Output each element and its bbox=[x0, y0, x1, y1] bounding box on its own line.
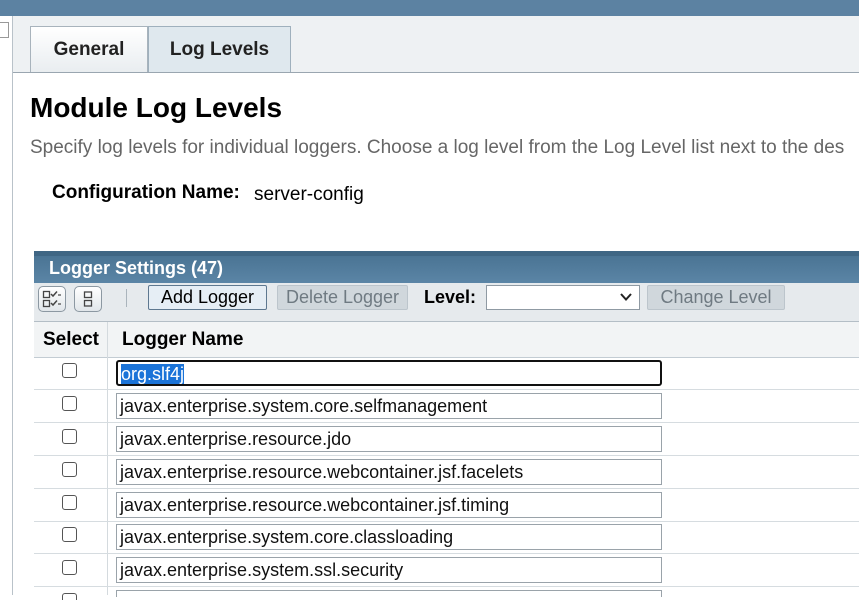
logger-name-input[interactable] bbox=[116, 590, 662, 597]
row-select-checkbox[interactable] bbox=[62, 462, 77, 477]
delete-logger-button[interactable]: Delete Logger bbox=[277, 285, 408, 310]
row-select-checkbox[interactable] bbox=[62, 396, 77, 411]
logger-name-input[interactable]: javax.enterprise.system.core.classloadin… bbox=[116, 524, 662, 550]
top-banner bbox=[0, 0, 859, 16]
change-level-button[interactable]: Change Level bbox=[647, 285, 785, 310]
level-select[interactable] bbox=[486, 285, 640, 310]
row-select-checkbox[interactable] bbox=[62, 495, 77, 510]
table-title: Logger Settings (47) bbox=[34, 251, 859, 283]
configuration-name-value: server-config bbox=[254, 184, 364, 205]
table-row: javax.enterprise.resource.jdo bbox=[34, 424, 859, 456]
select-all-button[interactable] bbox=[38, 286, 66, 312]
logger-name-input[interactable]: org.slf4j bbox=[116, 360, 662, 386]
left-panel-handle[interactable] bbox=[0, 22, 9, 38]
table-row: javax.enterprise.resource.webcontainer.j… bbox=[34, 457, 859, 489]
add-logger-button[interactable]: Add Logger bbox=[148, 285, 267, 310]
toolbar-separator bbox=[126, 289, 127, 307]
tab-general[interactable]: General bbox=[30, 26, 148, 72]
table-row: javax.enterprise.system.core.classloadin… bbox=[34, 522, 859, 554]
column-header-logger-name[interactable]: Logger Name bbox=[122, 322, 243, 358]
page-title: Module Log Levels bbox=[30, 92, 283, 123]
table-header: Select Logger Name bbox=[34, 322, 859, 358]
row-select-checkbox[interactable] bbox=[62, 363, 77, 378]
table-row: javax.enterprise.system.ssl.security bbox=[34, 555, 859, 587]
deselect-all-button[interactable] bbox=[74, 286, 102, 312]
logger-name-text: org.slf4j bbox=[121, 364, 185, 384]
table-row-partial bbox=[34, 588, 859, 600]
tab-bar: General Log Levels bbox=[13, 16, 859, 73]
chevron-down-icon bbox=[620, 293, 632, 301]
logger-name-input[interactable]: javax.enterprise.resource.jdo bbox=[116, 426, 662, 452]
table-row: org.slf4j bbox=[34, 358, 859, 390]
row-select-checkbox[interactable] bbox=[62, 560, 77, 575]
logger-name-input[interactable]: javax.enterprise.system.core.selfmanagem… bbox=[116, 393, 662, 419]
tab-log-levels[interactable]: Log Levels bbox=[148, 26, 291, 72]
logger-name-input[interactable]: javax.enterprise.system.ssl.security bbox=[116, 557, 662, 583]
row-select-checkbox[interactable] bbox=[62, 527, 77, 542]
deselect-all-icon bbox=[83, 291, 93, 307]
left-nav-panel bbox=[0, 16, 13, 595]
page-description: Specify log levels for individual logger… bbox=[30, 137, 845, 158]
select-all-icon bbox=[42, 290, 61, 308]
level-label: Level: bbox=[424, 287, 477, 307]
table-row: javax.enterprise.resource.webcontainer.j… bbox=[34, 490, 859, 522]
table-row: javax.enterprise.system.core.selfmanagem… bbox=[34, 391, 859, 423]
row-select-checkbox[interactable] bbox=[62, 593, 77, 600]
table-toolbar: Add Logger Delete Logger Level: Change L… bbox=[34, 283, 859, 322]
row-select-checkbox[interactable] bbox=[62, 429, 77, 444]
logger-name-input[interactable]: javax.enterprise.resource.webcontainer.j… bbox=[116, 459, 662, 485]
column-header-select[interactable]: Select bbox=[43, 322, 99, 358]
configuration-name-label: Configuration Name: bbox=[52, 182, 240, 203]
logger-name-input[interactable]: javax.enterprise.resource.webcontainer.j… bbox=[116, 492, 662, 518]
